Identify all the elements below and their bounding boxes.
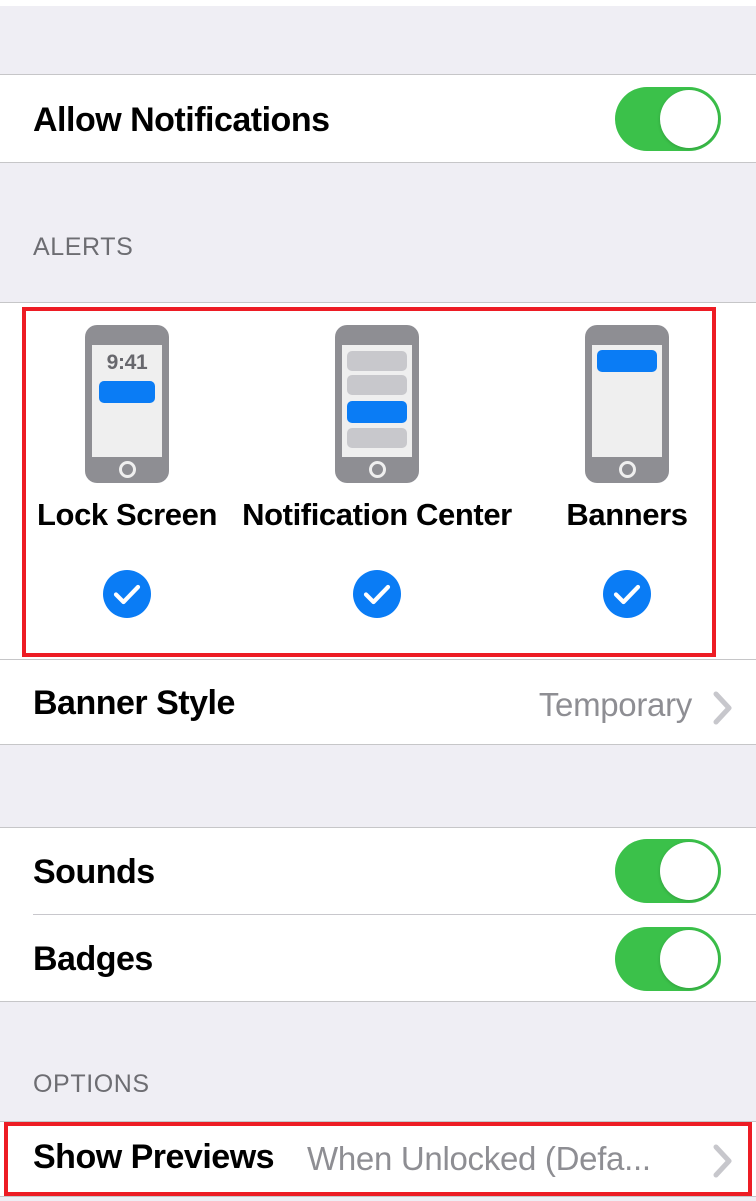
toggle-knob [660,930,718,988]
chevron-right-icon [712,1144,734,1182]
phone-mockup-banners [585,325,669,483]
sounds-toggle[interactable] [615,839,721,903]
allow-notifications-row[interactable]: Allow Notifications [0,75,756,163]
allow-notifications-toggle[interactable] [615,87,721,151]
alert-option-label: Banners [566,497,688,532]
sounds-row[interactable]: Sounds [0,828,756,915]
home-button-icon [369,461,386,478]
notification-row-bar [347,351,407,371]
notification-settings-screen: Allow Notifications ALERTS 9:41 Lock Scr… [0,0,756,1201]
check-icon [363,584,391,605]
bottom-strip [0,1197,756,1201]
alert-option-checkmark-notification-center[interactable] [353,570,401,618]
allow-notifications-label: Allow Notifications [33,101,330,139]
alert-option-label: Lock Screen [37,497,217,532]
home-button-icon [619,461,636,478]
phone-mockup-lock-screen: 9:41 [85,325,169,483]
alert-option-notification-center[interactable]: Notification Center [227,303,527,660]
phone-preview-time: 9:41 [106,351,148,374]
banner-style-value: Temporary [538,686,692,723]
alert-option-banners[interactable]: Banners [527,303,727,660]
sounds-label: Sounds [33,853,155,891]
notification-preview-bar [597,350,657,372]
group-gap-middle [0,745,756,828]
notification-preview-bar [99,381,155,403]
notification-preview-bar [347,401,407,423]
check-icon [113,584,141,605]
badges-toggle[interactable] [615,927,721,991]
chevron-right-icon [712,691,734,729]
alert-option-checkmark-banners[interactable] [603,570,651,618]
show-previews-row[interactable]: Show Previews When Unlocked (Defa... [0,1122,756,1196]
toggle-knob [660,842,718,900]
alerts-section-header: ALERTS [33,233,134,261]
home-button-icon [119,461,136,478]
banner-style-row[interactable]: Banner Style Temporary [0,660,756,745]
banner-style-label: Banner Style [33,684,235,722]
notification-row-bar [347,375,407,395]
alert-option-lock-screen[interactable]: 9:41 Lock Screen [27,303,227,660]
alert-option-checkmark-lock-screen[interactable] [103,570,151,618]
options-section-header: OPTIONS [33,1070,150,1098]
check-icon [613,584,641,605]
badges-row[interactable]: Badges [0,915,756,1002]
notification-row-bar [347,428,407,448]
show-previews-label: Show Previews [33,1138,275,1176]
options-header-gap [0,1002,756,1122]
alert-option-label: Notification Center [242,497,512,532]
toggle-knob [660,90,718,148]
alerts-options-card: 9:41 Lock Screen Notification Center Ban… [0,303,756,660]
badges-label: Badges [33,940,153,978]
phone-mockup-notification-center [335,325,419,483]
show-previews-value: When Unlocked (Defa... [307,1140,651,1177]
group-gap-top [0,6,756,75]
